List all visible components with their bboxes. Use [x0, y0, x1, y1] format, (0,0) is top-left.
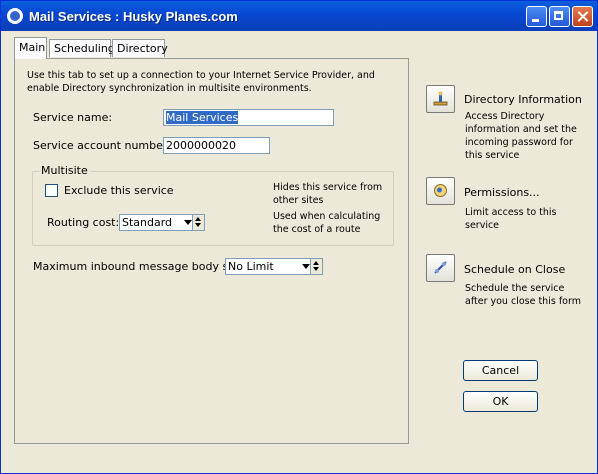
routing-cost-select[interactable]: Standard [119, 214, 205, 231]
multisite-title: Multisite [39, 164, 90, 177]
schedule-on-close-button[interactable] [426, 254, 455, 282]
tab-main[interactable]: Main [14, 37, 47, 59]
chevron-down-icon [302, 264, 310, 269]
permissions-icon [434, 184, 447, 197]
permissions-desc: Limit access to this service [465, 207, 557, 231]
ok-button[interactable]: OK [463, 391, 538, 412]
tab-directory[interactable]: Directory [112, 39, 168, 57]
window-title: Mail Services : Husky Planes.com [29, 9, 238, 24]
title-bar[interactable]: Mail Services : Husky Planes.com [1, 1, 597, 31]
chevron-down-icon [184, 220, 192, 225]
routing-cost-label: Routing cost: [47, 216, 120, 229]
multisite-group: Multisite Exclude this service Hides thi… [32, 164, 394, 246]
exclude-hint: Hides this service from other sites [273, 182, 383, 206]
permissions-title[interactable]: Permissions... [464, 186, 540, 199]
account-number-label: Service account number: [33, 139, 171, 152]
directory-info-desc: Access Directory information and set the… [465, 111, 577, 161]
close-button[interactable] [572, 6, 593, 27]
minimize-button[interactable] [526, 6, 547, 27]
exclude-service-checkbox[interactable] [45, 184, 58, 197]
app-icon [7, 8, 23, 24]
tab-scheduling[interactable]: Scheduling [49, 39, 115, 57]
account-number-input[interactable]: 2000000020 [163, 137, 270, 154]
directory-icon [433, 91, 448, 106]
routing-hint: Used when calculating the cost of a rout… [273, 211, 381, 235]
schedule-on-close-title[interactable]: Schedule on Close [464, 263, 565, 276]
schedule-icon [434, 261, 447, 274]
permissions-button[interactable] [426, 177, 455, 205]
max-size-select[interactable]: No Limit [225, 258, 323, 275]
max-size-label: Maximum inbound message body size: [33, 260, 248, 273]
service-name-input[interactable]: Mail Services [163, 109, 334, 126]
main-tab-panel: Use this tab to set up a connection to y… [14, 58, 409, 444]
directory-info-button[interactable] [426, 85, 455, 113]
directory-info-title[interactable]: Directory Information [464, 93, 582, 106]
exclude-service-label: Exclude this service [64, 184, 174, 197]
intro-text: Use this tab to set up a connection to y… [27, 70, 375, 94]
schedule-on-close-desc: Schedule the service after you close thi… [465, 283, 581, 307]
spinner-icon[interactable] [192, 215, 204, 230]
service-name-label: Service name: [33, 111, 113, 124]
spinner-icon[interactable] [310, 259, 322, 274]
maximize-button[interactable] [549, 6, 570, 27]
dialog-window: Mail Services : Husky Planes.com Main Sc… [0, 0, 598, 474]
cancel-button[interactable]: Cancel [463, 360, 538, 381]
